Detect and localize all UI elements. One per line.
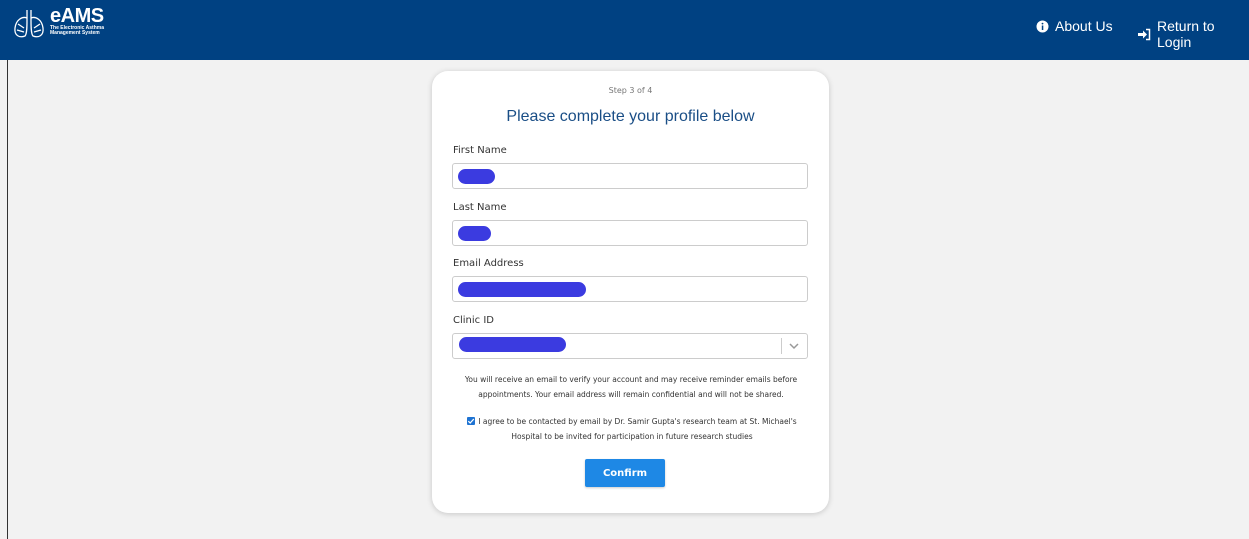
last-name-field[interactable]: [452, 220, 808, 246]
return-to-login-link[interactable]: Return to Login: [1137, 18, 1249, 50]
redaction-mark: [458, 282, 586, 297]
logo-title: eAMS: [50, 5, 104, 27]
email-notice-text: You will receive an email to verify your…: [464, 375, 798, 399]
about-us-label: About Us: [1055, 18, 1113, 34]
top-nav-bar: eAMS The Electronic Asthma Management Sy…: [0, 0, 1249, 60]
lungs-logo-icon: [14, 10, 44, 38]
consent-row: I agree to be contacted by email by Dr. …: [467, 414, 797, 444]
about-us-link[interactable]: About Us: [1036, 18, 1113, 34]
clinic-id-select[interactable]: [452, 333, 808, 359]
email-field[interactable]: [452, 276, 808, 302]
page-title: Please complete your profile below: [506, 108, 755, 125]
chevron-down-icon[interactable]: [788, 340, 800, 352]
first-name-field[interactable]: [452, 163, 808, 189]
redaction-mark: [459, 337, 566, 352]
select-separator: [781, 338, 782, 354]
check-icon: [468, 418, 475, 424]
redaction-mark: [458, 169, 495, 184]
consent-label: I agree to be contacted by email by Dr. …: [478, 417, 797, 441]
confirm-button[interactable]: Confirm: [585, 459, 665, 487]
last-name-label: Last Name: [453, 202, 507, 213]
email-label: Email Address: [453, 258, 524, 269]
return-to-login-label: Return to Login: [1157, 18, 1215, 50]
step-indicator: Step 3 of 4: [608, 86, 653, 95]
first-name-label: First Name: [453, 145, 507, 156]
redaction-mark: [458, 226, 491, 241]
clinic-id-label: Clinic ID: [453, 315, 494, 326]
profile-form-card: Step 3 of 4 Please complete your profile…: [432, 71, 829, 513]
logo-subtitle-line2: Management System: [50, 30, 100, 36]
sign-in-icon: [1137, 28, 1151, 41]
info-circle-icon: [1036, 20, 1049, 33]
consent-checkbox[interactable]: [467, 417, 476, 425]
eams-logo[interactable]: eAMS The Electronic Asthma Management Sy…: [12, 6, 104, 46]
